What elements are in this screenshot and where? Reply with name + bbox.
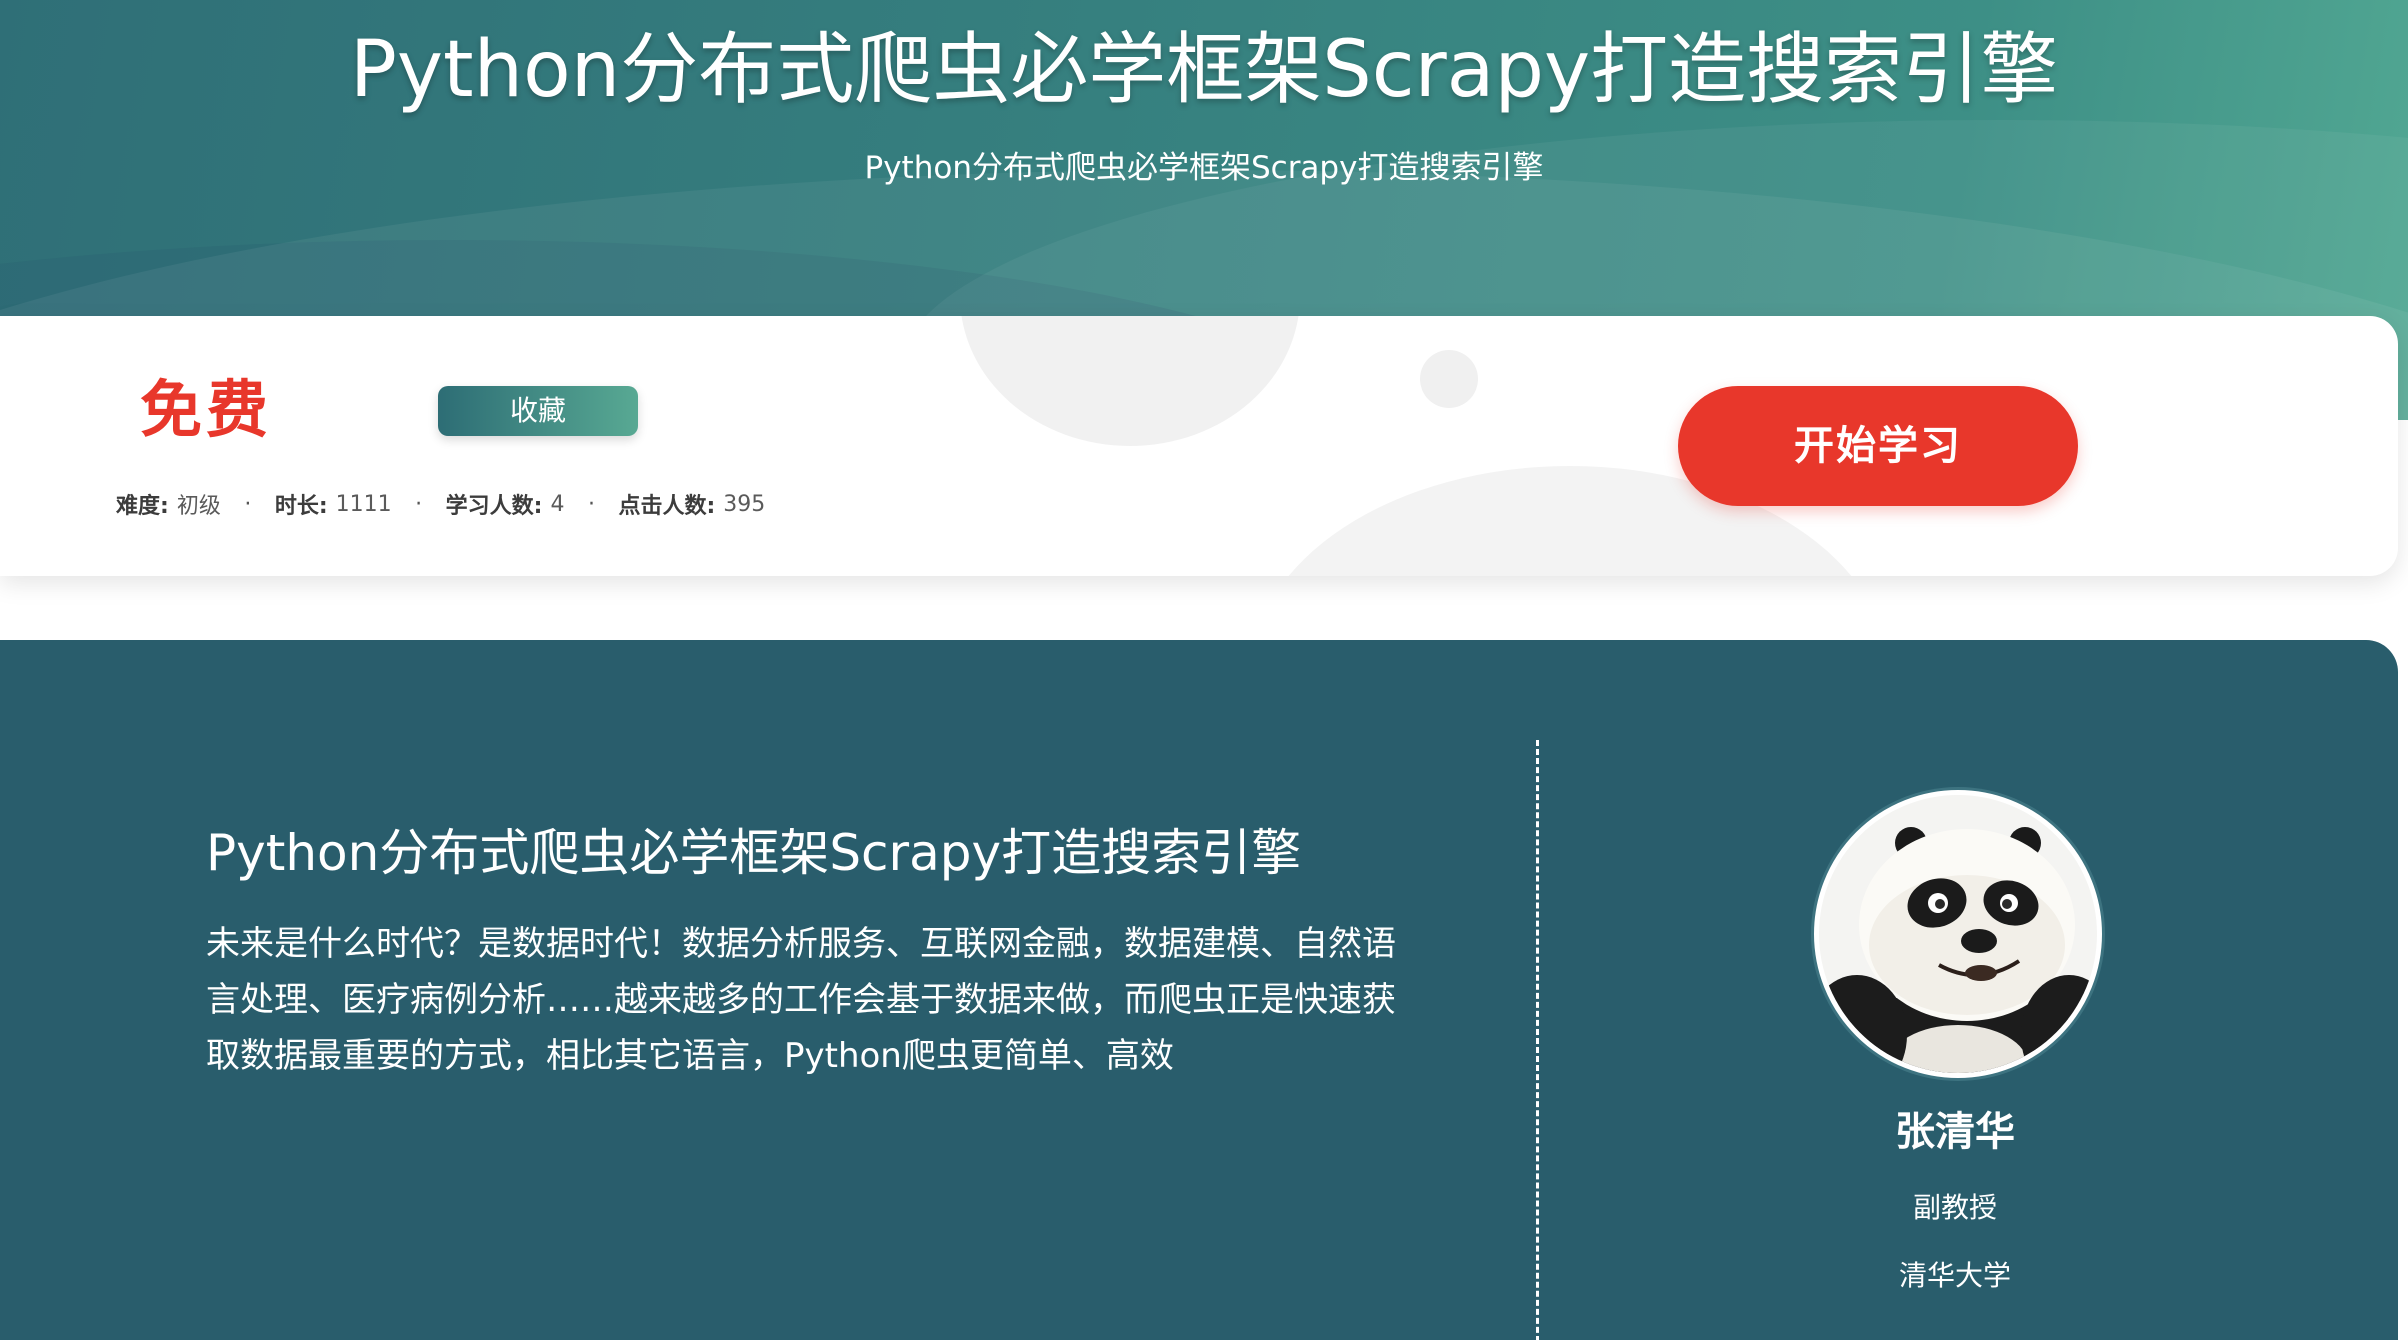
meta-separator: · xyxy=(244,491,252,517)
course-title: Python分布式爬虫必学框架Scrapy打造搜索引擎 xyxy=(206,824,1302,882)
meta-value: 1111 xyxy=(335,491,392,517)
meta-label: 时长: xyxy=(274,494,328,519)
page-title: Python分布式爬虫必学框架Scrapy打造搜索引擎 xyxy=(349,25,2059,115)
course-description: 未来是什么时代？是数据时代！数据分析服务、互联网金融，数据建模、自然语言处理、医… xyxy=(206,924,1396,1076)
meta-label: 点击人数: xyxy=(618,494,716,519)
teacher-school: 清华大学 xyxy=(1898,1259,2011,1292)
favorite-button[interactable]: 收藏 xyxy=(438,386,638,436)
meta-value: 4 xyxy=(550,491,565,517)
course-info-card: 免费 收藏 难度: 初级 · 时长: 1111 · 学习人数: 4 · 点击人数… xyxy=(0,316,2398,576)
course-detail-panel: Python分布式爬虫必学框架Scrapy打造搜索引擎 未来是什么时代？是数据时… xyxy=(0,640,2398,1340)
course-meta: 难度: 初级 · 时长: 1111 · 学习人数: 4 · 点击人数: 395 xyxy=(116,486,765,522)
card-circle-decoration xyxy=(960,316,1300,446)
meta-label: 学习人数: xyxy=(445,494,543,519)
panda-icon xyxy=(1819,795,2097,1073)
price-label: 免费 xyxy=(140,373,273,446)
meta-clicks: 点击人数: 395 xyxy=(618,488,765,520)
meta-label: 难度: xyxy=(116,494,169,519)
meta-value: 395 xyxy=(723,491,766,517)
teacher-title: 副教授 xyxy=(1912,1191,1997,1224)
section-divider xyxy=(1536,740,1539,1340)
meta-value: 初级 xyxy=(176,494,221,519)
teacher-name: 张清华 xyxy=(1895,1109,2015,1155)
meta-separator: · xyxy=(587,491,595,517)
meta-learners: 学习人数: 4 xyxy=(446,488,565,520)
meta-difficulty: 难度: 初级 xyxy=(116,488,221,520)
meta-separator: · xyxy=(415,491,423,517)
page-subtitle: Python分布式爬虫必学框架Scrapy打造搜索引擎 xyxy=(864,150,1544,186)
meta-duration: 时长: 1111 xyxy=(275,488,392,520)
start-learning-button[interactable]: 开始学习 xyxy=(1678,386,2078,506)
card-circle-decoration xyxy=(1420,350,1478,408)
teacher-avatar xyxy=(1814,790,2102,1078)
